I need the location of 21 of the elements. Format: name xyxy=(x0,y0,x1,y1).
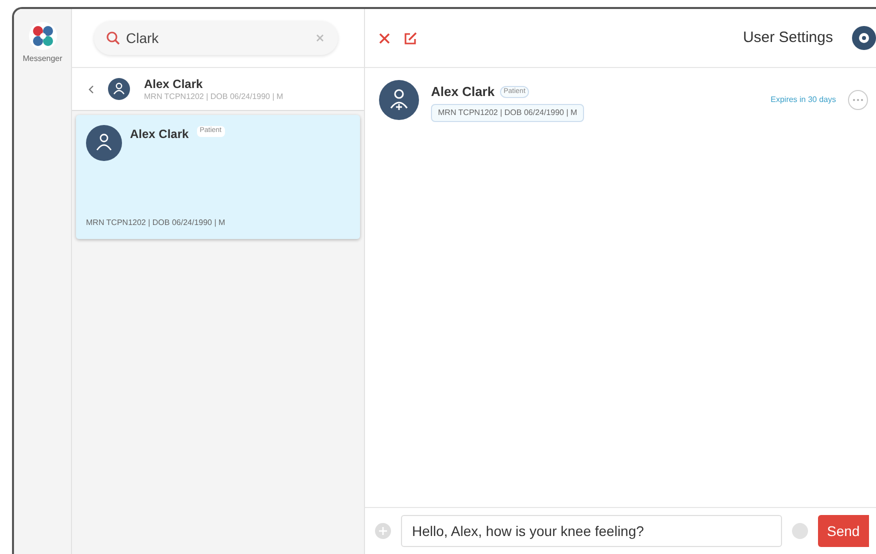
back-icon[interactable] xyxy=(88,84,94,94)
search-icon xyxy=(106,31,120,45)
contact-details: MRN TCPN1202 | DOB 06/24/1990 | M xyxy=(86,217,226,229)
user-settings-link[interactable]: User Settings xyxy=(742,26,833,50)
send-button[interactable]: Send xyxy=(818,515,869,547)
message-field[interactable]: Hello, Alex, how is your knee feeling? xyxy=(401,515,782,547)
close-icon[interactable] xyxy=(379,32,390,44)
expiry-text: Expires in 30 days xyxy=(770,94,836,106)
search-field[interactable]: Clark xyxy=(94,21,338,55)
avatar-icon xyxy=(108,78,130,100)
contact-name: Alex Clark xyxy=(130,126,189,143)
contact-name: Alex Clark xyxy=(144,76,204,92)
compose-icon[interactable] xyxy=(404,32,417,44)
app-name: Messenger xyxy=(22,53,62,65)
contact-name: Alex Clark xyxy=(431,83,495,101)
avatar-icon xyxy=(86,125,122,161)
contact-details: MRN TCPN1202 | DOB 06/24/1990 | M xyxy=(144,92,284,102)
contact-details: MRN TCPN1202 | DOB 06/24/1990 | M xyxy=(431,104,584,122)
settings-icon[interactable] xyxy=(852,26,876,50)
app-logo-icon[interactable] xyxy=(28,21,58,51)
avatar-icon xyxy=(379,80,419,120)
